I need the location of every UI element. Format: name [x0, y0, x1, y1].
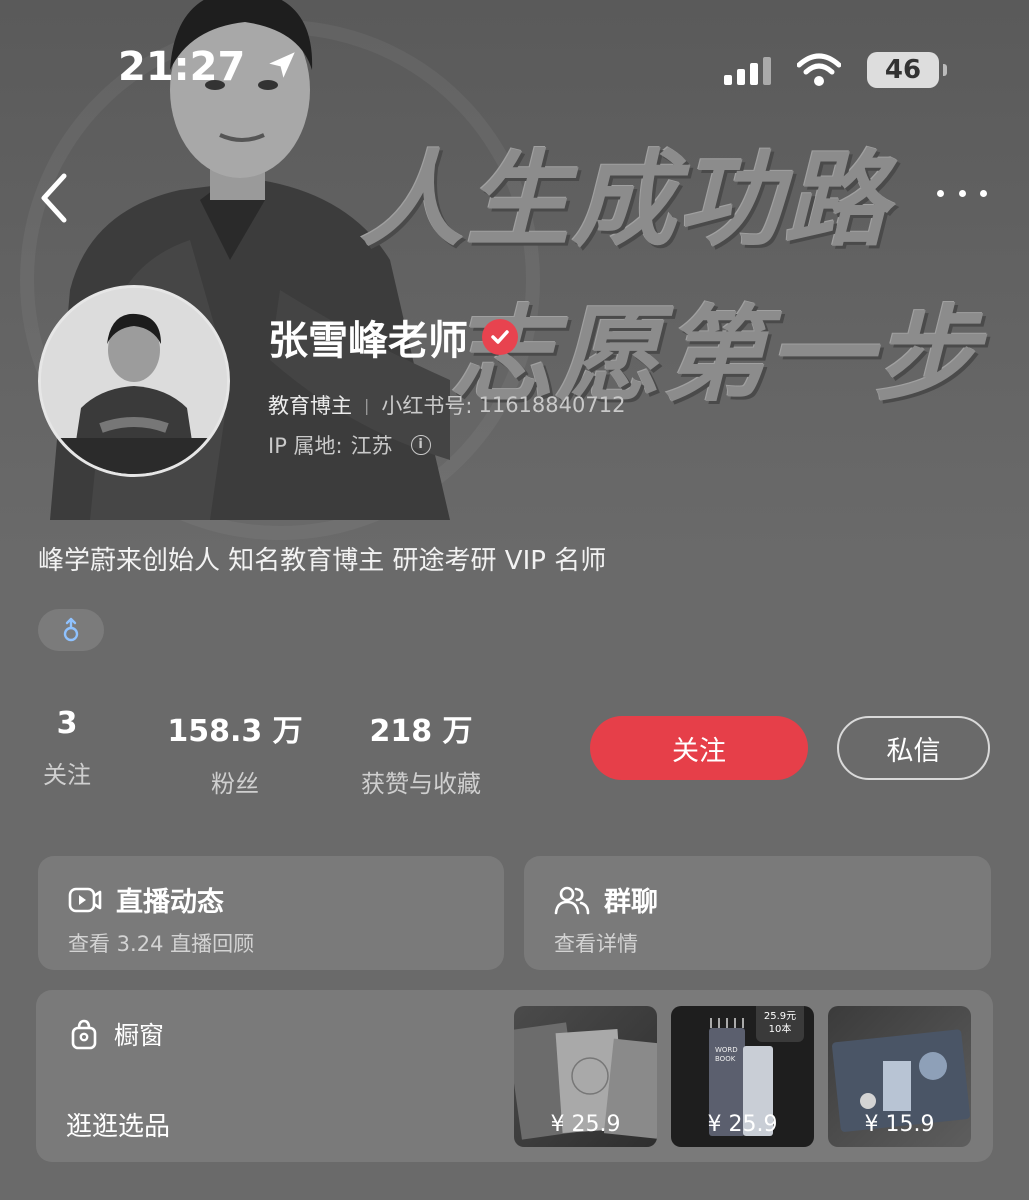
profile-stats: 3 关注 158.3 万 粉丝 218 万 获赞与收藏 — [38, 706, 496, 799]
stat-following-label: 关注 — [43, 761, 91, 789]
product-price: ¥ 25.9 — [550, 1112, 621, 1137]
stat-likes[interactable]: 218 万 获赞与收藏 — [346, 706, 496, 799]
info-icon[interactable]: i — [410, 435, 431, 455]
group-users-icon — [554, 886, 590, 914]
group-card-subtitle: 查看详情 — [554, 932, 638, 956]
stat-following-value: 3 — [56, 706, 78, 741]
product-item[interactable]: ¥ 15.9 — [828, 1006, 971, 1147]
cellular-signal-icon — [724, 55, 771, 85]
more-dot-icon — [980, 189, 987, 197]
message-button[interactable]: 私信 — [837, 716, 990, 780]
product-price: ¥ 25.9 — [707, 1112, 778, 1137]
group-chat-card[interactable]: 群聊 查看详情 — [524, 856, 991, 970]
stat-fans-value: 158.3 万 — [167, 714, 303, 749]
live-card[interactable]: 直播动态 查看 3.24 直播回顾 — [38, 856, 504, 970]
product-price: ¥ 15.9 — [864, 1112, 935, 1137]
live-card-subtitle: 查看 3.24 直播回顾 — [68, 932, 255, 956]
profile-bio: 峰学蔚来创始人 知名教育博主 研途考研 VIP 名师 — [38, 546, 607, 576]
shop-card-subtitle: 逛逛选品 — [66, 1112, 171, 1142]
profile-id-value[interactable]: 11618840712 — [478, 393, 625, 417]
verified-badge-icon — [482, 319, 518, 355]
status-icons: 46 — [724, 52, 947, 88]
more-dot-icon — [937, 189, 944, 197]
chevron-left-icon — [41, 173, 67, 223]
live-card-header: 直播动态 — [68, 880, 224, 919]
status-time: 21:27 — [118, 44, 299, 90]
male-icon — [63, 617, 79, 642]
profile-ip-row: IP 属地: 江苏 i — [268, 430, 431, 460]
product-item[interactable]: ¥ 25.9 — [514, 1006, 657, 1147]
battery-indicator: 46 — [867, 52, 947, 88]
profile-meta-row: 教育博主 | 小红书号: 11618840712 — [268, 390, 625, 420]
avatar-photo — [41, 288, 227, 474]
profile-id-label: 小红书号: — [381, 394, 473, 418]
gender-tag — [38, 609, 104, 651]
group-card-title: 群聊 — [604, 887, 658, 918]
status-time-text: 21:27 — [118, 44, 246, 90]
more-dot-icon — [958, 189, 966, 197]
meta-divider: | — [364, 395, 370, 415]
svg-text:WORD: WORD — [715, 1046, 738, 1054]
stat-fans-label: 粉丝 — [211, 770, 259, 798]
stat-following[interactable]: 3 关注 — [38, 706, 96, 799]
live-card-title: 直播动态 — [116, 887, 224, 918]
shop-card-title: 橱窗 — [114, 1021, 165, 1050]
live-video-icon — [68, 887, 102, 912]
follow-button[interactable]: 关注 — [590, 716, 808, 780]
shopping-bag-icon — [71, 1019, 97, 1050]
status-bar: 21:27 46 — [0, 0, 1029, 120]
location-arrow-icon — [269, 52, 296, 78]
group-card-header: 群聊 — [554, 880, 658, 919]
product-item[interactable]: WORD BOOK 25.9元 10本 ¥ 25.9 — [671, 1006, 814, 1147]
more-options-button[interactable] — [937, 178, 987, 208]
shop-window-card[interactable]: 橱窗 逛逛选品 ¥ 25.9 WORD BOOK 25.9元 10本 ¥ 25.… — [36, 990, 993, 1162]
profile-name-row: 张雪峰老师 — [268, 308, 518, 366]
svg-text:BOOK: BOOK — [715, 1055, 736, 1063]
profile-name: 张雪峰老师 — [268, 318, 468, 364]
ip-label: IP 属地: — [268, 434, 343, 458]
stat-likes-label: 获赞与收藏 — [361, 770, 481, 798]
promo-badge: 25.9元 10本 — [756, 1006, 804, 1042]
shop-card-header: 橱窗 — [70, 1016, 164, 1052]
wifi-icon — [797, 53, 841, 86]
back-button[interactable] — [36, 170, 76, 226]
avatar[interactable] — [38, 285, 230, 477]
stat-fans[interactable]: 158.3 万 粉丝 — [166, 706, 304, 799]
ip-value: 江苏 — [350, 434, 393, 458]
profile-role: 教育博主 — [268, 394, 352, 418]
stat-likes-value: 218 万 — [369, 714, 473, 749]
cover-headline-1: 人生成功路 — [360, 139, 891, 261]
